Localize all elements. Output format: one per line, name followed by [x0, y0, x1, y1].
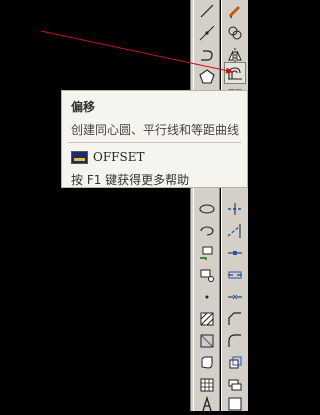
multiline-text-icon[interactable] [196, 393, 218, 415]
copy-icon[interactable] [224, 22, 246, 44]
make-block-icon[interactable] [196, 264, 218, 286]
tooltip-divider [68, 142, 241, 143]
join-icon[interactable] [224, 286, 246, 308]
hatch-icon[interactable] [196, 308, 218, 330]
ellipse-arc-icon[interactable] [196, 220, 218, 242]
break-icon[interactable] [224, 264, 246, 286]
command-line-icon [71, 150, 88, 164]
tooltip-command: OFFSET [93, 150, 145, 164]
explode-icon[interactable] [224, 352, 246, 374]
draw-toolbar [194, 0, 220, 412]
modify-toolbar [221, 0, 248, 411]
properties-icon[interactable] [224, 393, 246, 415]
erase-icon[interactable] [224, 0, 246, 22]
trim-icon[interactable] [224, 198, 246, 220]
offset-icon[interactable] [224, 62, 246, 84]
tooltip-description: 创建同心圆、平行线和等距曲线 [71, 123, 240, 137]
point-icon[interactable] [196, 286, 218, 308]
break-at-point-icon[interactable] [224, 242, 246, 264]
polyline-icon[interactable] [196, 44, 218, 66]
polygon-icon[interactable] [196, 66, 218, 88]
extend-icon[interactable] [224, 220, 246, 242]
tooltip: 偏移 创建同心圆、平行线和等距曲线 OFFSET 按 F1 键获得更多帮助 [61, 90, 248, 188]
insert-block-icon[interactable] [196, 242, 218, 264]
drawing-canvas[interactable] [0, 0, 190, 411]
region-icon[interactable] [196, 352, 218, 374]
tooltip-title: 偏移 [71, 100, 96, 114]
construction-line-icon[interactable] [196, 22, 218, 44]
fillet-icon[interactable] [224, 330, 246, 352]
chamfer-icon[interactable] [224, 308, 246, 330]
gradient-icon[interactable] [196, 330, 218, 352]
ellipse-icon[interactable] [196, 198, 218, 220]
tooltip-command-row: OFFSET [71, 149, 144, 165]
line-icon[interactable] [196, 0, 218, 22]
tooltip-help: 按 F1 键获得更多帮助 [71, 173, 190, 187]
